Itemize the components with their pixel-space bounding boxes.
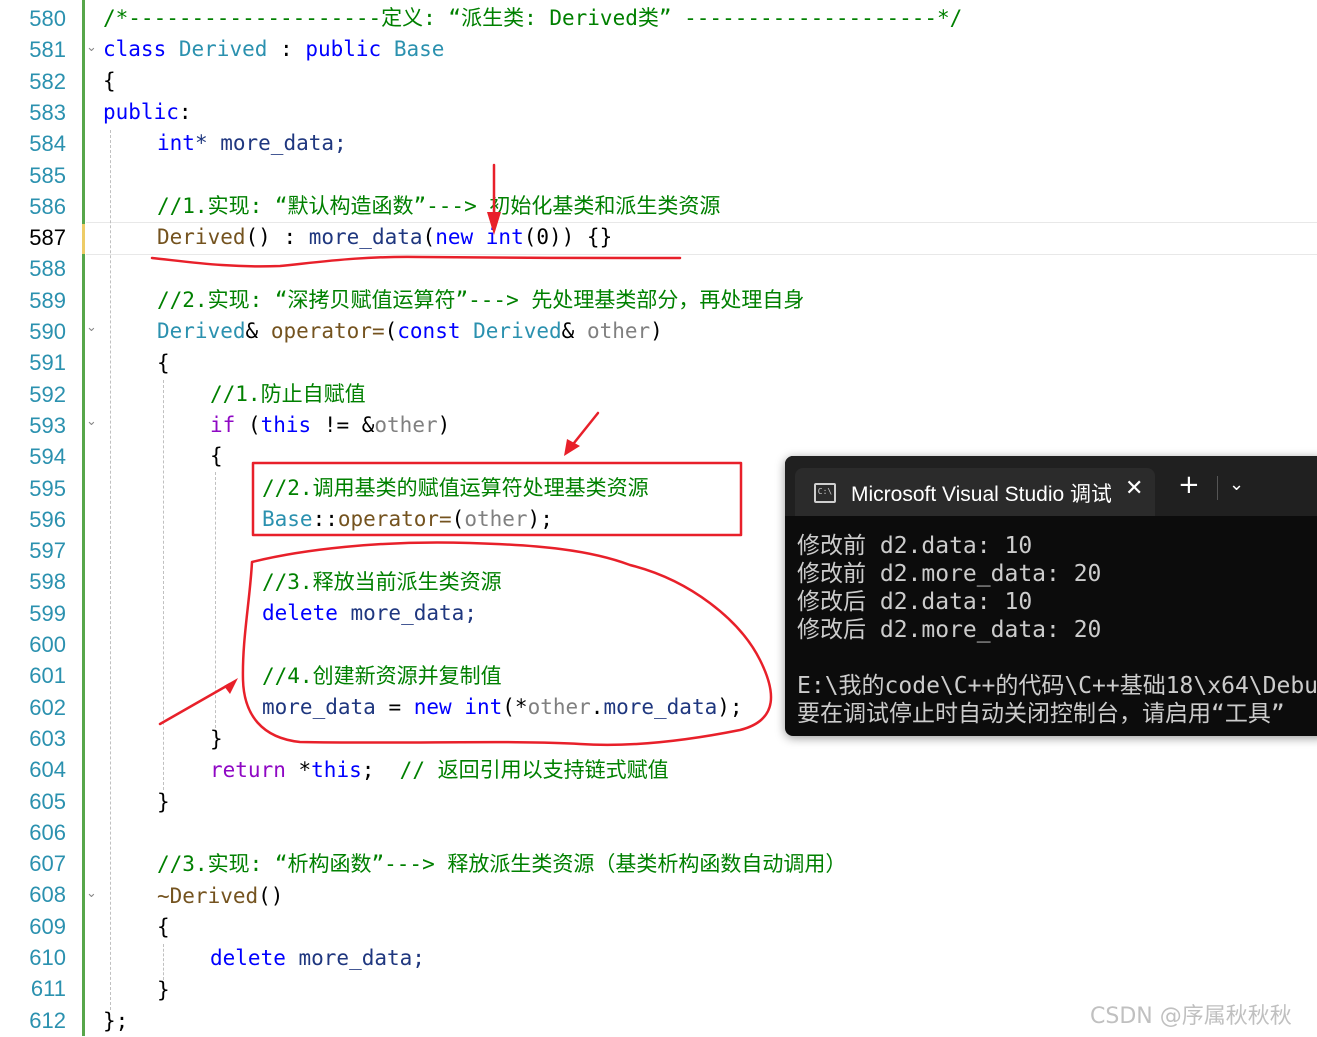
- line-number: 590: [29, 319, 66, 344]
- code-line-591: {: [157, 351, 170, 375]
- line-number: 593: [29, 412, 66, 438]
- line-number: 599: [29, 600, 66, 626]
- indent-guide: [215, 472, 216, 728]
- fold-toggle-icon[interactable]: ⌄: [86, 40, 97, 55]
- code-line-604: return *this; // 返回引用以支持链式赋值: [210, 758, 669, 782]
- line-number: 581: [29, 37, 66, 63]
- watermark: CSDN @序属秋秋秋: [1090, 1004, 1292, 1029]
- line-number: 598: [29, 569, 66, 595]
- line-number: 596: [29, 506, 66, 532]
- code-line-587: Derived() : more_data(new int(0)) {}: [157, 225, 613, 249]
- line-number: 580: [29, 6, 66, 31]
- line-number: 591: [29, 350, 66, 376]
- line-number: 597: [29, 538, 66, 564]
- code-line-582: {: [103, 69, 116, 93]
- arrow-annotation: [158, 682, 232, 726]
- code-line-611: }: [157, 978, 170, 1002]
- line-number: 587: [29, 225, 66, 251]
- code-line-592: //1.防止自赋值: [210, 382, 366, 406]
- line-number: 583: [29, 99, 66, 125]
- line-number: 595: [29, 475, 66, 501]
- underline-annotation: [150, 255, 682, 268]
- line-number: 605: [29, 788, 66, 814]
- close-icon[interactable]: ✕: [1125, 476, 1143, 501]
- code-line-609: {: [157, 915, 170, 939]
- line-number: 604: [29, 757, 66, 783]
- fold-toggle-icon[interactable]: ⌄: [86, 414, 97, 429]
- code-line-593: if (this != &other): [210, 413, 451, 437]
- line-number: 589: [29, 287, 66, 313]
- line-number: 611: [30, 976, 66, 1002]
- console-output-line: 要在调试停止时自动关闭控制台，请启用“工具”: [797, 701, 1285, 727]
- terminal-tab[interactable]: C:\ Microsoft Visual Studio 调试控制台 ✕: [795, 468, 1155, 516]
- code-line-586: //1.实现: “默认构造函数”---> 初始化基类和派生类资源: [157, 194, 721, 218]
- line-number: 582: [29, 68, 66, 94]
- code-line-612: };: [103, 1009, 129, 1033]
- code-line-595: //2.调用基类的赋值运算符处理基类资源: [262, 476, 649, 500]
- terminal-tab-title: Microsoft Visual Studio 调试控制台: [851, 483, 1111, 506]
- line-number: 602: [29, 694, 66, 720]
- line-number: 608: [29, 882, 66, 908]
- code-line-583: public:: [103, 100, 192, 124]
- unsaved-change-marker: [82, 224, 85, 254]
- code-line-594: {: [210, 444, 223, 468]
- line-number: 584: [29, 131, 66, 157]
- code-line-598: //3.释放当前派生类资源: [262, 570, 502, 594]
- line-number: 592: [29, 381, 66, 407]
- chevron-down-icon[interactable]: ⌄: [1229, 474, 1244, 495]
- code-line-584: int* more_data;: [157, 131, 347, 155]
- code-line-608: ~Derived(): [157, 884, 284, 908]
- code-line-589: //2.实现: “深拷贝赋值运算符”---> 先处理基类部分，再处理自身: [157, 288, 805, 312]
- line-number: 610: [29, 945, 66, 970]
- console-output-line: 修改后 d2.more_data: 20: [797, 617, 1102, 643]
- code-line-607: //3.实现: “析构函数”---> 释放派生类资源（基类析构函数自动调用）: [157, 852, 847, 876]
- code-line-599: delete more_data;: [262, 601, 477, 625]
- code-line-605: }: [157, 790, 170, 814]
- indent-guide: [163, 380, 164, 790]
- debug-console-window[interactable]: C:\ Microsoft Visual Studio 调试控制台 ✕ + ⌄ …: [785, 456, 1317, 736]
- code-line-602: more_data = new int(*other.more_data);: [262, 695, 743, 719]
- fold-toggle-icon[interactable]: ⌄: [86, 886, 97, 901]
- line-number: 606: [29, 819, 66, 845]
- tab-divider: [1217, 476, 1218, 500]
- git-change-bar: [82, 0, 85, 1036]
- code-line-603: }: [210, 727, 223, 751]
- terminal-tab-bar: C:\ Microsoft Visual Studio 调试控制台 ✕ + ⌄: [785, 456, 1317, 516]
- line-number: 609: [29, 913, 66, 939]
- console-icon: C:\: [814, 483, 836, 503]
- line-number: 588: [29, 256, 66, 282]
- line-number: 600: [29, 632, 66, 657]
- code-line-610: delete more_data;: [210, 946, 425, 970]
- line-number: 594: [29, 444, 66, 470]
- code-line-596: Base::operator=(other);: [262, 507, 553, 531]
- code-line-601: //4.创建新资源并复制值: [262, 664, 502, 688]
- line-number: 603: [29, 725, 66, 751]
- line-number: 607: [29, 851, 66, 877]
- code-line-590: Derived& operator=(const Derived& other): [157, 319, 663, 343]
- code-line-581: class Derived : public Base: [103, 37, 445, 61]
- fold-toggle-icon[interactable]: ⌄: [86, 320, 97, 335]
- line-number: 601: [29, 663, 66, 689]
- line-number: 585: [29, 162, 66, 188]
- indent-guide: [110, 130, 111, 1010]
- line-number: 586: [29, 193, 66, 219]
- new-tab-button[interactable]: +: [1178, 472, 1200, 498]
- line-number: 612: [29, 1007, 66, 1033]
- code-line-580: /*--------------------定义: “派生类: Derived类…: [103, 6, 963, 30]
